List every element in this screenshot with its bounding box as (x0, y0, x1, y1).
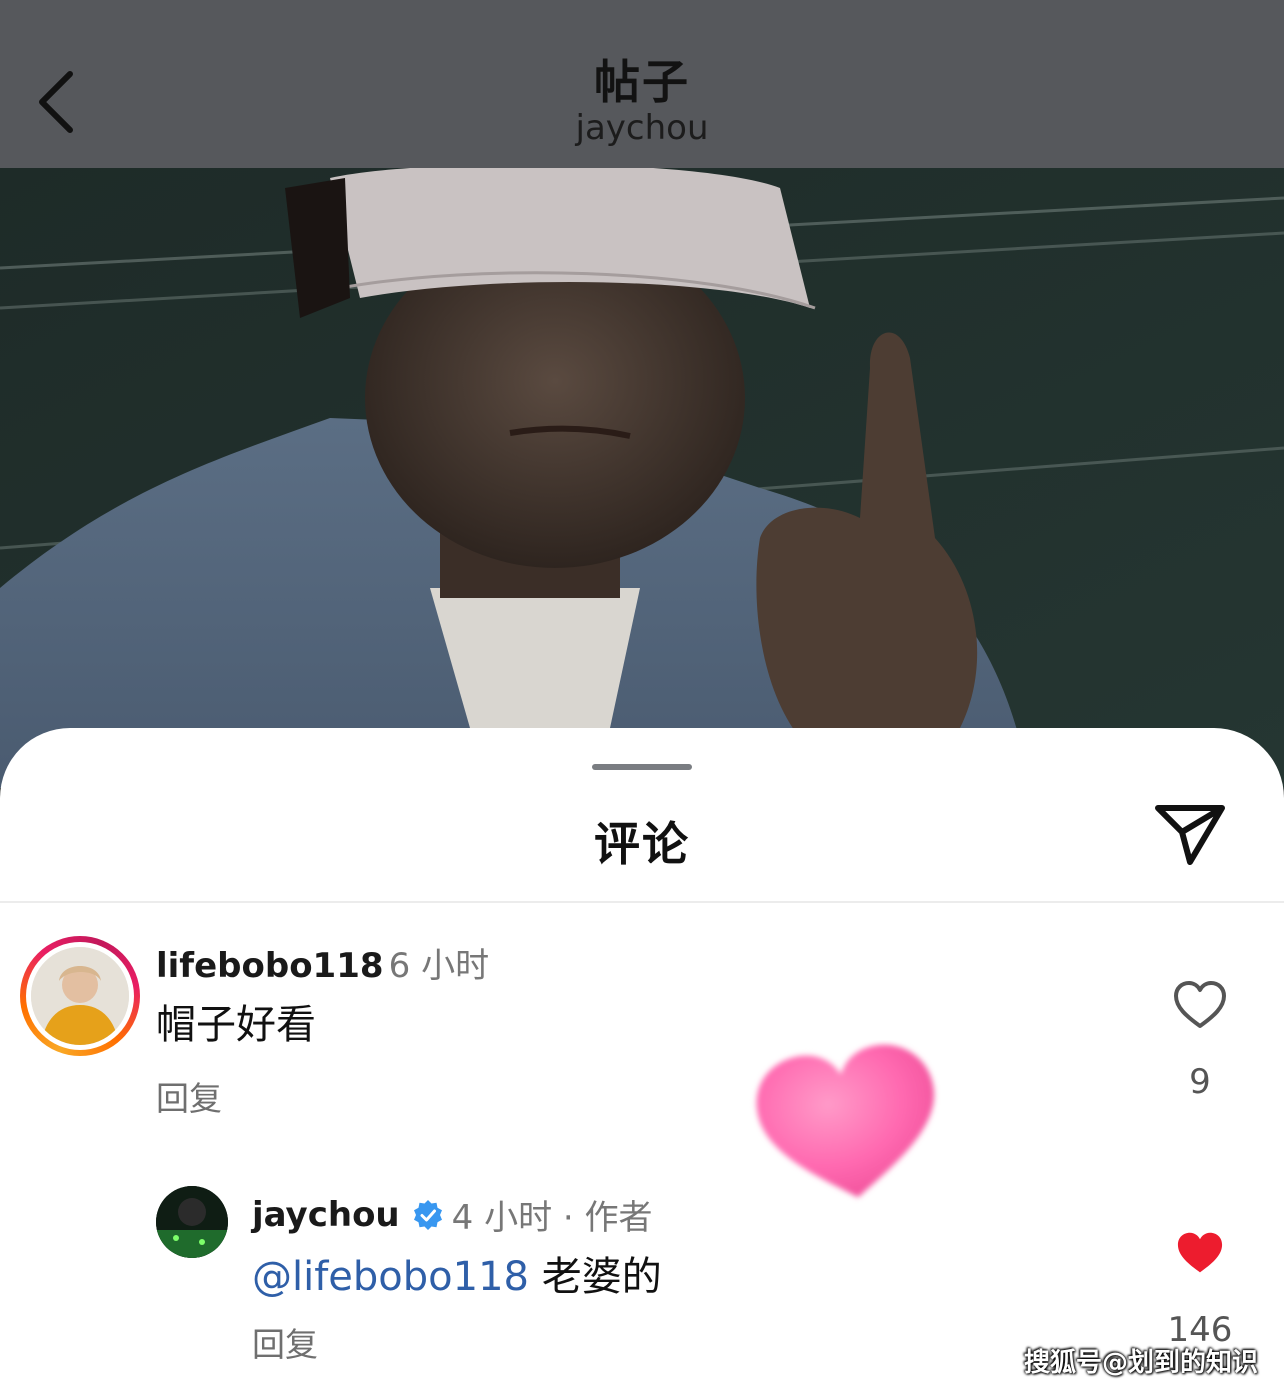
comment-time: 6 小时 (388, 946, 490, 986)
fluffy-heart-icon (748, 1040, 948, 1210)
avatar (31, 947, 129, 1045)
post-photo-image (0, 168, 1284, 788)
comment-username[interactable]: jaychou (252, 1195, 400, 1235)
comment-text: 帽子好看 (156, 1002, 316, 1048)
comment-header: lifebobo118 6 小时 (156, 938, 489, 987)
mention-link[interactable]: @lifebobo118 (252, 1254, 529, 1300)
comment-time: 4 小时 · 作者 (451, 1198, 653, 1238)
divider (0, 901, 1284, 903)
paper-plane-icon (1155, 805, 1225, 865)
like-button[interactable] (1172, 980, 1228, 1034)
reply-button[interactable]: 回复 (156, 1072, 222, 1120)
page-subtitle-username[interactable]: jaychou (0, 108, 1284, 148)
drag-handle[interactable] (592, 764, 692, 770)
post-photo[interactable] (0, 168, 1284, 788)
comments-sheet: 评论 lifebobo118 6 小时 帽子好看 回复 9 jaychou 4 … (0, 728, 1284, 1384)
like-button[interactable] (1174, 1230, 1226, 1280)
reply-button[interactable]: 回复 (252, 1318, 318, 1366)
heart-filled-icon (1177, 1232, 1223, 1273)
watermark: 搜狐号@划到的知识 (1024, 1348, 1259, 1378)
comment-header: jaychou 4 小时 · 作者 (252, 1190, 653, 1239)
top-nav-bar: 帖子 jaychou (0, 0, 1284, 168)
heart-outline-icon (1174, 981, 1226, 1028)
share-button[interactable] (1150, 800, 1230, 870)
comments-title: 评论 (594, 817, 690, 871)
comment-text: @lifebobo118 老婆的 (252, 1254, 662, 1300)
like-count: 9 (1189, 1062, 1211, 1102)
avatar[interactable] (156, 1186, 228, 1258)
comment-username[interactable]: lifebobo118 (156, 946, 384, 986)
verified-badge-icon (413, 1199, 442, 1230)
avatar-story-ring[interactable] (20, 936, 140, 1056)
page-title: 帖子 (594, 55, 690, 109)
